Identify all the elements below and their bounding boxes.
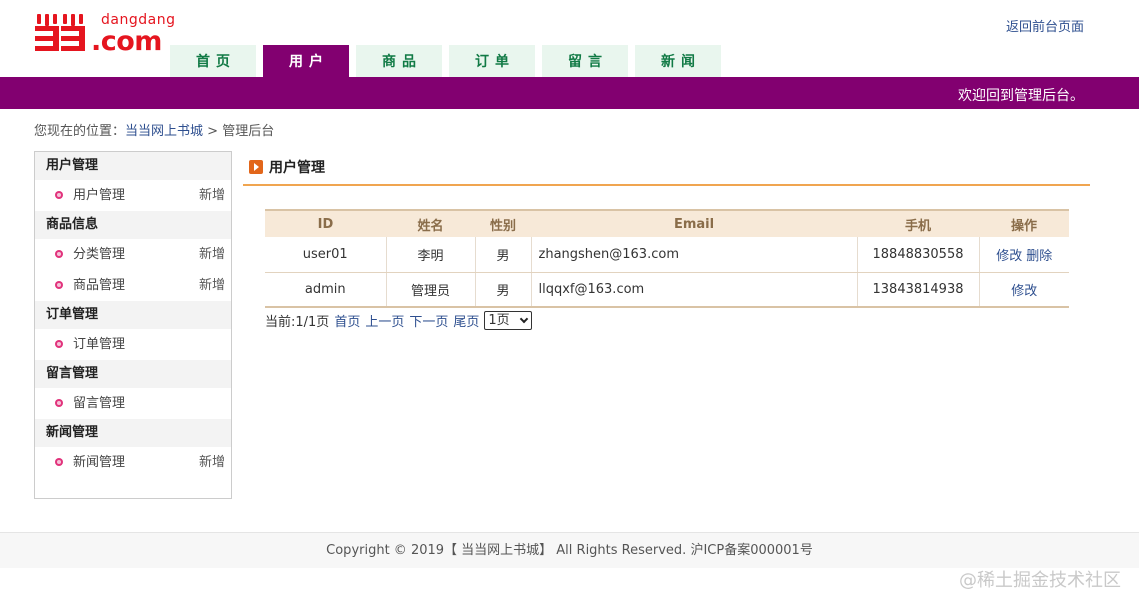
back-to-frontend-link[interactable]: 返回前台页面 <box>1006 16 1084 35</box>
next-page-link[interactable]: 下一页 <box>409 311 448 330</box>
watermark-text: @稀土掘金技术社区 <box>959 570 1121 591</box>
cell-phone: 18848830558 <box>857 237 980 273</box>
sidebar-add-news-link[interactable]: 新增 <box>199 447 225 478</box>
bullet-icon <box>55 458 63 466</box>
site-header: dangdang .com 返回前台页面 首页 用户 商品 订单 留言 新闻 <box>0 0 1139 77</box>
column-header-id: ID <box>265 209 386 237</box>
prev-page-link[interactable]: 上一页 <box>365 311 404 330</box>
sidebar-add-user-link[interactable]: 新增 <box>199 180 225 211</box>
logo-text-big: .com <box>91 26 162 57</box>
arrow-right-icon <box>249 160 263 174</box>
site-footer: Copyright © 2019【 当当网上书城】 All Rights Res… <box>0 532 1139 568</box>
sidebar-item-label: 用户管理 <box>73 188 126 203</box>
dangdang-logo[interactable]: dangdang .com <box>35 12 175 57</box>
sidebar-item-label: 留言管理 <box>73 396 126 411</box>
breadcrumb-home-link[interactable]: 当当网上书城 <box>125 124 203 139</box>
edit-link[interactable]: 修改 <box>996 249 1022 264</box>
table-row: user01 李明 男 zhangshen@163.com 1884883055… <box>265 237 1069 273</box>
welcome-text: 欢迎回到管理后台。 <box>958 88 1084 104</box>
sidebar-group-orders: 订单管理 <box>35 301 231 329</box>
copyright-text: Copyright © 2019【 当当网上书城】 All Rights Res… <box>326 543 813 558</box>
page-title: 用户管理 <box>249 157 325 177</box>
sidebar-item-user-management[interactable]: 用户管理 新增 <box>35 180 231 211</box>
sidebar-item-label: 商品管理 <box>73 278 126 293</box>
sidebar-item-label: 订单管理 <box>73 337 126 352</box>
nav-tab-news[interactable]: 新闻 <box>635 45 721 77</box>
sidebar-add-product-link[interactable]: 新增 <box>199 270 225 301</box>
bullet-icon <box>55 340 63 348</box>
sidebar-item-label: 分类管理 <box>73 247 126 262</box>
cell-email: zhangshen@163.com <box>531 237 858 273</box>
sidebar-item-label: 新闻管理 <box>73 455 126 470</box>
first-page-link[interactable]: 首页 <box>334 311 360 330</box>
bullet-icon <box>55 191 63 199</box>
column-header-email: Email <box>531 209 857 237</box>
page-select[interactable]: 1页 <box>484 311 533 330</box>
table-row: admin 管理员 男 llqqxf@163.com 13843814938 修… <box>265 272 1069 308</box>
cell-gender: 男 <box>475 272 532 308</box>
sidebar-group-products: 商品信息 <box>35 211 231 239</box>
sidebar-group-news: 新闻管理 <box>35 419 231 447</box>
page-select-value: 1页 <box>488 313 510 328</box>
title-divider <box>243 184 1090 186</box>
sidebar-group-users: 用户管理 <box>35 152 231 180</box>
sidebar-add-category-link[interactable]: 新增 <box>199 239 225 270</box>
breadcrumb: 您现在的位置：当当网上书城 > 管理后台 <box>34 120 274 139</box>
sidebar-item-message-management[interactable]: 留言管理 <box>35 388 231 419</box>
breadcrumb-current: 管理后台 <box>222 124 275 139</box>
cell-gender: 男 <box>475 237 532 273</box>
column-header-name: 姓名 <box>386 209 475 237</box>
cell-phone: 13843814938 <box>857 272 980 308</box>
cell-email: llqqxf@163.com <box>531 272 858 308</box>
table-header-row: ID 姓名 性别 Email 手机 操作 <box>265 209 1069 237</box>
page-title-text: 用户管理 <box>269 160 325 176</box>
sidebar-group-messages: 留言管理 <box>35 360 231 388</box>
nav-tab-messages[interactable]: 留言 <box>542 45 628 77</box>
chevron-down-icon <box>520 314 529 324</box>
page-info: 当前:1/1页 <box>265 315 330 330</box>
breadcrumb-separator: > <box>203 124 223 139</box>
sidebar-item-order-management[interactable]: 订单管理 <box>35 329 231 360</box>
delete-link[interactable]: 删除 <box>1026 249 1052 264</box>
bullet-icon <box>55 399 63 407</box>
sidebar-item-product-management[interactable]: 商品管理 新增 <box>35 270 231 301</box>
main-nav: 首页 用户 商品 订单 留言 新闻 <box>170 45 728 77</box>
last-page-link[interactable]: 尾页 <box>453 311 479 330</box>
cell-actions: 修改 删除 <box>979 237 1069 273</box>
column-header-gender: 性别 <box>475 209 531 237</box>
logo-glyph-icon <box>35 14 85 51</box>
welcome-bar: 欢迎回到管理后台。 <box>0 77 1139 109</box>
users-table: ID 姓名 性别 Email 手机 操作 user01 李明 男 zhangsh… <box>265 209 1069 308</box>
breadcrumb-prefix: 您现在的位置： <box>34 124 126 139</box>
bullet-icon <box>55 250 63 258</box>
nav-tab-orders[interactable]: 订单 <box>449 45 535 77</box>
nav-tab-users[interactable]: 用户 <box>263 45 349 77</box>
cell-id: user01 <box>265 237 387 273</box>
cell-actions: 修改 <box>979 272 1069 308</box>
cell-name: 李明 <box>386 237 476 273</box>
sidebar-item-category-management[interactable]: 分类管理 新增 <box>35 239 231 270</box>
cell-name: 管理员 <box>386 272 476 308</box>
sidebar-item-news-management[interactable]: 新闻管理 新增 <box>35 447 231 478</box>
cell-id: admin <box>265 272 387 308</box>
edit-link[interactable]: 修改 <box>1011 284 1037 299</box>
bullet-icon <box>55 281 63 289</box>
admin-sidebar: 用户管理 用户管理 新增 商品信息 分类管理 新增 商品管理 新增 订单管理 订… <box>34 151 232 499</box>
column-header-phone: 手机 <box>857 209 979 237</box>
pagination: 当前:1/1页 首页 上一页 下一页 尾页 1页 <box>265 311 533 330</box>
nav-tab-products[interactable]: 商品 <box>356 45 442 77</box>
column-header-actions: 操作 <box>979 209 1069 237</box>
nav-tab-home[interactable]: 首页 <box>170 45 256 77</box>
